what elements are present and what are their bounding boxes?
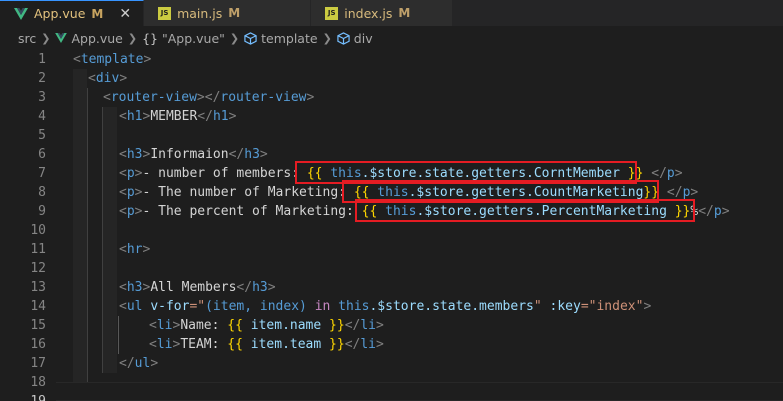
- code-area[interactable]: <template> <div> <router-view></router-v…: [73, 50, 783, 401]
- js-icon: JS: [325, 6, 339, 20]
- line-number: 9: [38, 204, 46, 219]
- code-line-11: <hr>: [119, 242, 151, 257]
- line-number: 10: [30, 223, 46, 238]
- code-line-14: <ul v-for="(item, index) in this.$store.…: [119, 299, 652, 314]
- modified-badge: M: [228, 6, 241, 20]
- code-line-15: <li>Name: {{ item.name }}</li>: [149, 318, 384, 333]
- highlight-box-percentmarketing: [355, 199, 695, 222]
- tab-main-js[interactable]: JS main.js M: [144, 0, 312, 26]
- line-number: 19: [6, 392, 46, 401]
- code-line-13: <h3>All Members</h3>: [119, 280, 276, 295]
- js-icon: JS: [158, 6, 172, 20]
- chevron-right-icon: ❯: [322, 31, 332, 45]
- chevron-right-icon: ❯: [127, 31, 138, 45]
- vue-icon: [14, 7, 28, 20]
- indent-guide: [102, 107, 103, 373]
- line-number: 11: [30, 242, 46, 257]
- breadcrumb-item-div[interactable]: div: [337, 31, 373, 46]
- code-editor[interactable]: 12345678910111213141516171819 <template>…: [0, 50, 783, 401]
- line-number: 4: [38, 109, 46, 124]
- line-number: 15: [30, 318, 46, 333]
- tab-label: main.js: [177, 5, 223, 21]
- close-icon[interactable]: ✕: [119, 6, 131, 22]
- line-number: 14: [30, 299, 46, 314]
- chevron-right-icon: ❯: [41, 31, 51, 45]
- modified-badge: M: [398, 6, 411, 20]
- chevron-right-icon: ❯: [229, 31, 240, 45]
- cube-icon: [244, 31, 257, 45]
- indent-guide: [87, 88, 88, 382]
- line-number: 6: [38, 147, 46, 162]
- cube-icon: [337, 31, 350, 45]
- line-number: 1: [38, 52, 46, 67]
- line-number: 16: [30, 337, 46, 352]
- line-number: 12: [30, 261, 46, 276]
- indent-guide: [118, 316, 119, 354]
- braces-icon: {}: [142, 30, 158, 46]
- code-line-6: <h3>Informaion</h3>: [119, 147, 268, 162]
- line-number: 8: [38, 185, 46, 200]
- code-line-3: <router-view></router-view>: [103, 90, 315, 105]
- breadcrumb-item-script[interactable]: {} "App.vue": [142, 31, 225, 46]
- line-number-gutter: 12345678910111213141516171819: [0, 50, 56, 401]
- vue-icon: [55, 33, 68, 43]
- breadcrumb-label: div: [353, 30, 373, 46]
- tab-index-js[interactable]: JS index.js M: [311, 0, 454, 26]
- line-number: 17: [30, 356, 46, 371]
- line-number: 5: [38, 128, 46, 143]
- modified-badge: M: [91, 6, 104, 21]
- line-number: 2: [38, 71, 46, 86]
- breadcrumb: src ❯ App.vue ❯ {} "App.vue" ❯ template …: [0, 26, 783, 50]
- line-number: 18: [30, 375, 46, 390]
- indent-highlight: [103, 107, 117, 373]
- breadcrumb-item-app-vue[interactable]: App.vue: [55, 30, 123, 46]
- line-number: 13: [30, 280, 46, 295]
- breadcrumb-label: "App.vue": [162, 30, 225, 46]
- code-line-4: <h1>MEMBER</h1>: [119, 109, 237, 124]
- breadcrumb-label: template: [261, 30, 318, 46]
- editor-tab-bar: App.vue M ✕ JS main.js M JS index.js M: [0, 0, 783, 26]
- breadcrumb-item-template[interactable]: template: [244, 30, 318, 46]
- code-line-1: <template>: [73, 52, 152, 67]
- line-number: 7: [38, 166, 46, 181]
- code-line-17: </ul>: [119, 356, 159, 371]
- line-number: 3: [38, 90, 46, 105]
- indent-highlight: [73, 69, 87, 382]
- code-line-16: <li>TEAM: {{ item.team }}</li>: [149, 337, 384, 352]
- breadcrumb-item-src[interactable]: src: [18, 31, 36, 46]
- tab-label: index.js: [344, 5, 393, 21]
- tab-app-vue[interactable]: App.vue M ✕: [0, 0, 145, 26]
- breadcrumb-label: App.vue: [71, 30, 123, 46]
- tab-label: App.vue: [34, 6, 86, 21]
- code-line-2: <div>: [88, 71, 128, 86]
